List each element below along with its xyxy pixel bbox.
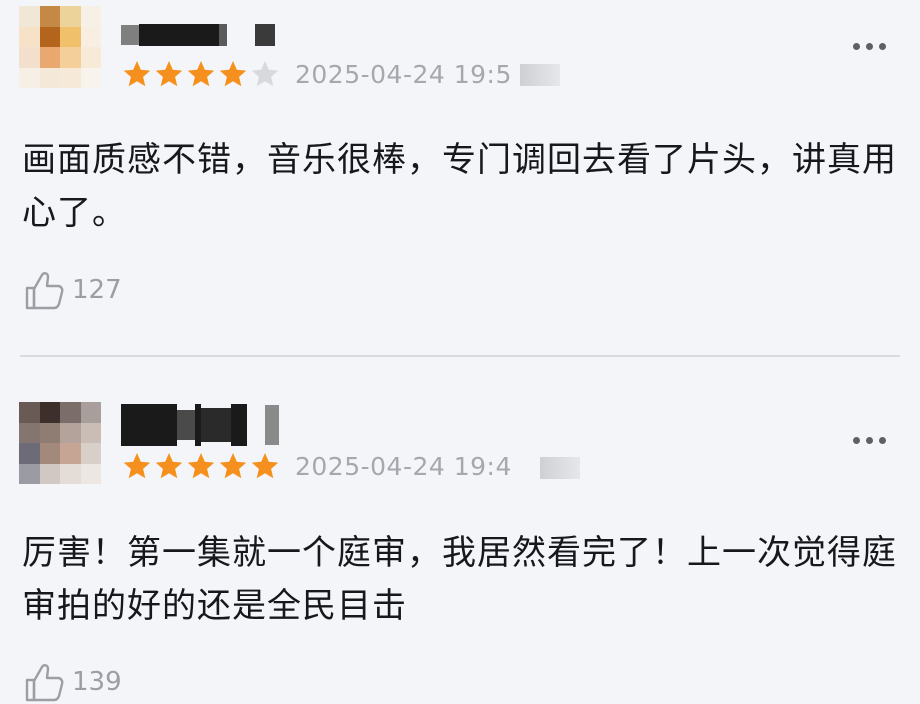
avatar-pixel <box>60 463 81 484</box>
date-redacted <box>540 457 580 479</box>
star-icon <box>219 453 247 479</box>
thumbs-up-icon <box>25 664 64 702</box>
username-redacted[interactable] <box>121 404 279 446</box>
star-rating <box>122 451 280 481</box>
star-icon <box>155 61 183 87</box>
date-redacted <box>520 64 560 86</box>
like-button[interactable]: 139 <box>22 660 122 704</box>
avatar-pixel <box>39 6 60 27</box>
avatar-pixel <box>19 402 40 423</box>
avatar-pixel <box>60 67 81 88</box>
avatar-pixel <box>39 67 60 88</box>
avatar-pixel <box>80 67 101 88</box>
avatar-pixel <box>19 26 40 47</box>
avatar-pixel <box>80 443 101 464</box>
avatar-pixel <box>60 47 81 68</box>
star-icon <box>219 61 247 87</box>
avatar-pixel <box>60 26 81 47</box>
comment-text: 厉害！第一集就一个庭审，我居然看完了！上一次觉得庭审拍的好的还是全民目击 <box>22 533 897 626</box>
like-count: 127 <box>72 275 122 305</box>
avatar-pixel <box>80 6 101 27</box>
avatar-pixel <box>39 443 60 464</box>
more-dots-icon[interactable] <box>853 437 886 444</box>
avatar[interactable] <box>19 6 101 88</box>
like-button[interactable]: 127 <box>22 268 122 312</box>
comment-date: 2025-04-24 19:5 <box>295 60 512 89</box>
star-icon <box>251 61 279 87</box>
avatar-pixel <box>60 6 81 27</box>
star-icon <box>251 453 279 479</box>
avatar-pixel <box>80 422 101 443</box>
avatar-pixel <box>19 67 40 88</box>
star-icon <box>123 453 151 479</box>
avatar-pixel <box>39 26 60 47</box>
avatar-pixel <box>19 422 40 443</box>
avatar-pixel <box>80 47 101 68</box>
avatar-pixel <box>39 463 60 484</box>
avatar-pixel <box>19 463 40 484</box>
star-icon <box>187 61 215 87</box>
avatar-pixel <box>80 26 101 47</box>
like-count: 139 <box>72 667 122 697</box>
comment-card: 2025-04-24 19:4 厉害！第一集就一个庭审，我居然看完了！上一次觉得… <box>0 357 920 702</box>
avatar-pixel <box>80 463 101 484</box>
avatar-pixel <box>60 422 81 443</box>
avatar-pixel <box>39 47 60 68</box>
avatar-pixel <box>80 402 101 423</box>
star-rating <box>122 59 280 89</box>
avatar-pixel <box>19 443 40 464</box>
star-icon <box>187 453 215 479</box>
avatar[interactable] <box>19 402 101 484</box>
avatar-pixel <box>60 402 81 423</box>
avatar-pixel <box>60 443 81 464</box>
avatar-pixel <box>19 6 40 27</box>
thumbs-up-icon <box>25 272 64 310</box>
star-icon <box>123 61 151 87</box>
avatar-pixel <box>19 47 40 68</box>
avatar-pixel <box>39 422 60 443</box>
comment-text: 画面质感不错，音乐很棒，专门调回去看了片头，讲真用心了。 <box>22 140 897 233</box>
comment-card: 2025-04-24 19:5 画面质感不错，音乐很棒，专门调回去看了片头，讲真… <box>0 0 920 357</box>
star-icon <box>155 453 183 479</box>
comment-date: 2025-04-24 19:4 <box>295 452 512 481</box>
avatar-pixel <box>39 402 60 423</box>
username-redacted[interactable] <box>121 24 275 46</box>
more-dots-icon[interactable] <box>853 43 886 50</box>
